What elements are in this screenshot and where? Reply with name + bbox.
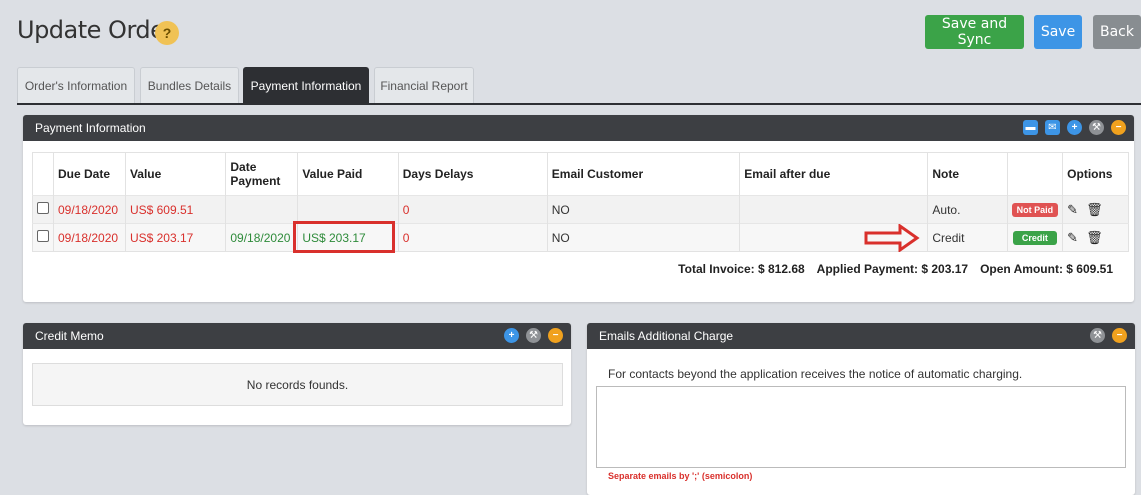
email-customer-cell: NO bbox=[547, 223, 741, 252]
emails-hint: Separate emails by ';' (semicolon) bbox=[608, 471, 753, 481]
panel-title: Payment Information bbox=[35, 121, 146, 135]
status-badge: Credit bbox=[1012, 231, 1057, 245]
select-column bbox=[32, 152, 54, 196]
total-invoice: Total Invoice: $ 812.68 bbox=[678, 262, 805, 276]
value-cell: US$ 203.17 bbox=[125, 223, 227, 252]
trash-icon[interactable]: 🗑 bbox=[1086, 202, 1103, 218]
status-badge: Not Paid bbox=[1011, 203, 1059, 217]
tab-underline bbox=[17, 103, 1141, 105]
column-header: Value Paid bbox=[297, 152, 399, 196]
highlight-box bbox=[293, 221, 395, 253]
arrow-right-icon bbox=[864, 224, 920, 252]
emails-additional-charge-panel: Emails Additional Charge ⚒ − For contact… bbox=[587, 323, 1135, 495]
pencil-icon[interactable]: ✎ bbox=[1067, 202, 1078, 218]
email-icon[interactable]: ✉ bbox=[1045, 120, 1060, 135]
due-date-cell: 09/18/2020 bbox=[53, 223, 126, 252]
payments-table: Due Date Value Date Payment Value Paid D… bbox=[32, 152, 1129, 252]
column-header: Date Payment bbox=[225, 152, 299, 196]
minus-icon[interactable]: − bbox=[1112, 328, 1127, 343]
save-button[interactable]: Save bbox=[1034, 15, 1082, 49]
days-delays-cell: 0 bbox=[398, 195, 548, 224]
wrench-icon[interactable]: ⚒ bbox=[526, 328, 541, 343]
panel-header: Payment Information ▬ ✉ + ⚒ − bbox=[23, 115, 1134, 141]
column-header: Email after due bbox=[739, 152, 929, 196]
trash-icon[interactable]: 🗑 bbox=[1086, 230, 1103, 246]
column-header: Due Date bbox=[53, 152, 126, 196]
email-customer-cell: NO bbox=[547, 195, 741, 224]
column-header: Email Customer bbox=[547, 152, 741, 196]
value-cell: US$ 609.51 bbox=[125, 195, 227, 224]
table-row: 09/18/2020 US$ 609.51 0 NO Auto. Not Pai… bbox=[32, 195, 1129, 224]
table-row: 09/18/2020 US$ 203.17 09/18/2020 US$ 203… bbox=[32, 223, 1129, 252]
plus-icon[interactable]: + bbox=[504, 328, 519, 343]
minus-icon[interactable]: − bbox=[1111, 120, 1126, 135]
date-payment-cell bbox=[225, 195, 299, 224]
tab-orders-information[interactable]: Order's Information bbox=[17, 67, 135, 103]
open-amount: Open Amount: $ 609.51 bbox=[980, 262, 1113, 276]
note-cell: Credit bbox=[927, 223, 1008, 252]
wrench-icon[interactable]: ⚒ bbox=[1089, 120, 1104, 135]
row-checkbox[interactable] bbox=[37, 230, 49, 242]
column-header: Options bbox=[1062, 152, 1129, 196]
note-cell: Auto. bbox=[927, 195, 1008, 224]
panel-title: Emails Additional Charge bbox=[599, 329, 734, 343]
payment-totals: Total Invoice: $ 812.68 Applied Payment:… bbox=[678, 262, 1113, 276]
panel-header: Credit Memo + ⚒ − bbox=[23, 323, 571, 349]
page-title: Update Order bbox=[17, 16, 174, 44]
email-after-due-cell bbox=[739, 195, 929, 224]
emails-textarea[interactable] bbox=[596, 386, 1126, 468]
tab-financial-report[interactable]: Financial Report bbox=[374, 67, 474, 103]
row-checkbox[interactable] bbox=[37, 202, 49, 214]
column-header: Value bbox=[125, 152, 227, 196]
value-paid-cell bbox=[297, 195, 399, 224]
help-icon[interactable]: ? bbox=[155, 21, 179, 45]
column-header: Note bbox=[927, 152, 1008, 196]
plus-icon[interactable]: + bbox=[1067, 120, 1082, 135]
pencil-icon[interactable]: ✎ bbox=[1067, 230, 1078, 246]
tab-bundles-details[interactable]: Bundles Details bbox=[140, 67, 239, 103]
back-button[interactable]: Back bbox=[1093, 15, 1141, 49]
column-header: Days Delays bbox=[398, 152, 548, 196]
minus-icon[interactable]: − bbox=[548, 328, 563, 343]
column-header bbox=[1007, 152, 1064, 196]
applied-payment: Applied Payment: $ 203.17 bbox=[816, 262, 969, 276]
days-delays-cell: 0 bbox=[398, 223, 548, 252]
save-and-sync-button[interactable]: Save and Sync bbox=[925, 15, 1024, 49]
wrench-icon[interactable]: ⚒ bbox=[1090, 328, 1105, 343]
credit-memo-panel: Credit Memo + ⚒ − No records founds. bbox=[23, 323, 571, 425]
empty-state: No records founds. bbox=[32, 363, 563, 406]
panel-header: Emails Additional Charge ⚒ − bbox=[587, 323, 1135, 349]
panel-title: Credit Memo bbox=[35, 329, 104, 343]
due-date-cell: 09/18/2020 bbox=[53, 195, 126, 224]
date-payment-cell: 09/18/2020 bbox=[225, 223, 299, 252]
tab-payment-information[interactable]: Payment Information bbox=[243, 67, 369, 103]
card-icon[interactable]: ▬ bbox=[1023, 120, 1038, 135]
emails-note: For contacts beyond the application rece… bbox=[608, 367, 1023, 381]
